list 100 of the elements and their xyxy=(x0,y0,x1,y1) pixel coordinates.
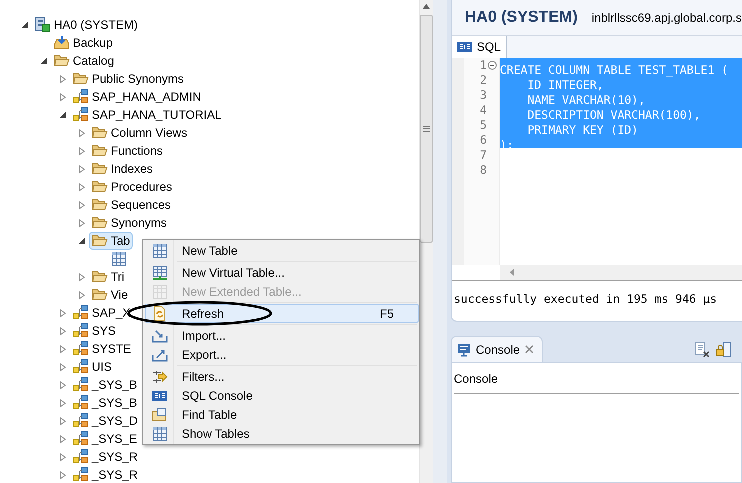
tree-item[interactable]: _SYS_B xyxy=(92,394,138,412)
expanded-arrow-icon[interactable] xyxy=(59,111,67,119)
line-number: 8 xyxy=(480,162,487,179)
folder-icon xyxy=(73,71,89,87)
tree-item[interactable]: Sequences xyxy=(111,196,172,214)
menu-item[interactable]: Refresh F5 xyxy=(145,304,419,323)
collapsed-arrow-icon[interactable] xyxy=(59,380,67,390)
collapsed-arrow-icon[interactable] xyxy=(59,470,67,480)
table-grid-icon xyxy=(111,251,127,267)
schema-icon xyxy=(73,377,89,393)
scroll-lock-icon[interactable] xyxy=(716,342,732,358)
tree-item[interactable]: Functions xyxy=(111,142,164,160)
collapsed-arrow-icon[interactable] xyxy=(78,272,86,282)
tree-item[interactable]: Vie xyxy=(111,286,128,304)
menu-item[interactable]: SQL Console xyxy=(145,386,419,405)
line-number: 1 xyxy=(480,56,487,74)
tree-item[interactable]: Public Synonyms xyxy=(92,70,184,88)
scroll-left-icon[interactable] xyxy=(510,269,514,276)
expanded-arrow-icon[interactable] xyxy=(78,237,86,245)
collapsed-arrow-icon[interactable] xyxy=(78,146,86,156)
menu-item[interactable]: Filters... xyxy=(145,367,419,386)
editor-title: HA0 (SYSTEM) xyxy=(465,8,578,28)
collapsed-arrow-icon[interactable] xyxy=(59,344,67,354)
tree-item[interactable]: UIS xyxy=(92,358,112,376)
collapsed-arrow-icon[interactable] xyxy=(78,164,86,174)
horizontal-scrollbar[interactable] xyxy=(500,265,742,280)
collapsed-arrow-icon[interactable] xyxy=(78,182,86,192)
tree-item[interactable]: Tri xyxy=(111,268,125,286)
tree-item[interactable]: Column Views xyxy=(111,124,188,142)
tree-item[interactable]: Synonyms xyxy=(111,214,168,232)
folder-icon xyxy=(92,161,108,177)
extended-table-icon xyxy=(152,284,168,300)
vertical-scrollbar[interactable] xyxy=(418,0,434,483)
code-line: DESCRIPTION VARCHAR(100), xyxy=(526,108,701,122)
editor-tab[interactable]: SQL xyxy=(452,36,508,58)
sql-console-icon xyxy=(457,41,473,53)
menu-item[interactable]: Export... xyxy=(145,345,419,364)
line-number: 2 xyxy=(480,72,487,89)
expanded-arrow-icon[interactable] xyxy=(40,57,48,65)
schema-icon xyxy=(73,89,89,105)
tree-item[interactable]: SYSTE xyxy=(92,340,132,358)
schema-icon xyxy=(73,323,89,339)
collapsed-arrow-icon[interactable] xyxy=(59,362,67,372)
folder-icon xyxy=(92,125,108,141)
menu-item[interactable]: Show Tables xyxy=(145,424,419,443)
tree-item[interactable]: SAP_HANA_ADMIN xyxy=(92,88,202,106)
collapsed-arrow-icon[interactable] xyxy=(59,452,67,462)
line-number: 3 xyxy=(480,86,487,104)
tree-item[interactable]: _SYS_E xyxy=(92,430,138,448)
tree-item[interactable]: SAP_HANA_TUTORIAL xyxy=(92,106,222,124)
schema-icon xyxy=(73,431,89,447)
sql-console-icon xyxy=(152,390,168,402)
tree-item[interactable]: Procedures xyxy=(111,178,172,196)
virtual-table-icon xyxy=(152,264,168,280)
collapsed-arrow-icon[interactable] xyxy=(59,416,67,426)
scrollbar-thumb[interactable] xyxy=(420,15,433,243)
refresh-icon xyxy=(152,306,168,322)
menu-item[interactable]: Find Table xyxy=(145,405,419,424)
tree-item[interactable]: SYS xyxy=(92,322,116,340)
console-tab[interactable]: Console xyxy=(451,336,544,362)
schema-icon xyxy=(73,467,89,483)
tree-item[interactable]: _SYS_B xyxy=(92,376,138,394)
close-icon[interactable] xyxy=(525,345,534,354)
collapsed-arrow-icon[interactable] xyxy=(59,92,67,102)
collapsed-arrow-icon[interactable] xyxy=(59,434,67,444)
fold-icon[interactable] xyxy=(488,61,497,70)
filter-icon xyxy=(152,368,168,384)
schema-icon xyxy=(73,341,89,357)
tree-item[interactable]: _SYS_R xyxy=(92,448,138,466)
tree-item[interactable]: Indexes xyxy=(111,160,154,178)
line-number: 5 xyxy=(480,116,487,134)
monitor-icon xyxy=(457,342,471,356)
tree-item[interactable]: HA0 (SYSTEM) xyxy=(54,16,138,34)
collapsed-arrow-icon[interactable] xyxy=(78,128,86,138)
collapsed-arrow-icon[interactable] xyxy=(59,308,67,318)
clear-console-icon[interactable] xyxy=(694,342,710,358)
schema-icon xyxy=(73,107,89,123)
tree-item[interactable]: Backup xyxy=(73,34,114,52)
folder-icon xyxy=(92,233,108,249)
expanded-arrow-icon[interactable] xyxy=(21,21,29,29)
find-table-icon xyxy=(152,406,168,422)
collapsed-arrow-icon[interactable] xyxy=(59,74,67,84)
menu-item[interactable]: New Virtual Table... xyxy=(145,263,419,282)
collapsed-arrow-icon[interactable] xyxy=(78,290,86,300)
tree-item[interactable]: _SYS_R xyxy=(92,466,138,483)
scroll-up-icon[interactable] xyxy=(422,4,430,9)
tree-item[interactable]: Catalog xyxy=(73,52,114,70)
collapsed-arrow-icon[interactable] xyxy=(59,398,67,408)
menu-item[interactable]: Import... xyxy=(145,326,419,345)
collapsed-arrow-icon[interactable] xyxy=(59,326,67,336)
tree-item[interactable]: _SYS_D xyxy=(92,412,138,430)
collapsed-arrow-icon[interactable] xyxy=(78,200,86,210)
menu-item[interactable]: New Table xyxy=(145,241,419,260)
line-number: 6 xyxy=(480,132,487,149)
schema-icon xyxy=(73,305,89,321)
schema-icon xyxy=(73,449,89,465)
collapsed-arrow-icon[interactable] xyxy=(78,218,86,228)
schema-icon xyxy=(73,413,89,429)
console-header: Console xyxy=(454,372,498,386)
code-line: PRIMARY KEY (ID) xyxy=(526,123,638,137)
